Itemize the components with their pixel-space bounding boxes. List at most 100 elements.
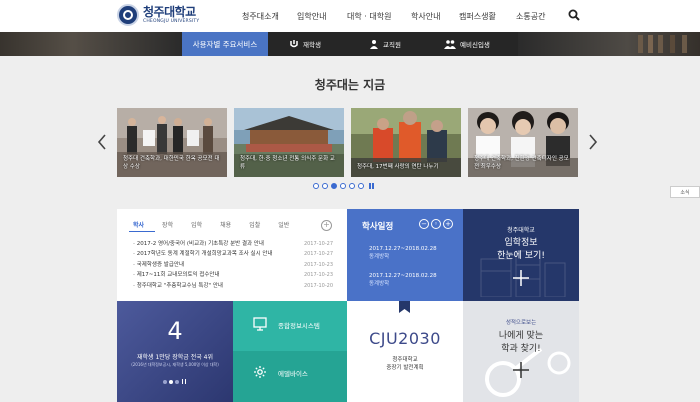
notice-date: 2017-10-23 [303, 261, 333, 268]
pause-icon[interactable] [369, 183, 374, 189]
calendar-title: 학사일정 [362, 222, 394, 232]
ranking-text: 재학생 1만당 장학금 전국 4위 [137, 354, 213, 361]
user-services-button[interactable]: 사용자별 주요서비스 [182, 32, 268, 56]
logo-name: 청주대학교 [143, 4, 196, 19]
slider-dot[interactable] [340, 183, 346, 189]
tab-recruitment[interactable]: 채용 [220, 220, 231, 229]
tab-admission[interactable]: 입학 [191, 220, 202, 229]
slider-dot[interactable] [313, 183, 319, 189]
gear-icon [254, 366, 266, 378]
freshmen-icon [444, 40, 456, 49]
edelweiss-label: 에델바이스 [278, 370, 308, 378]
notice-tabs: 학사 장학 입학 채용 입찰 일반 [133, 220, 307, 229]
next-arrow-icon[interactable] [587, 133, 599, 151]
pause-icon[interactable] [182, 379, 186, 384]
major-card-line1: 나에게 맞는 [498, 331, 544, 341]
ranking-dot[interactable] [175, 379, 179, 384]
news-section-title: 청주대는 지금 [314, 78, 386, 92]
calendar-event-date: 2017.12.27~2018.02.28 [369, 246, 437, 252]
prev-arrow-icon[interactable] [96, 133, 108, 151]
notice-item[interactable]: 2017-2 영어/중국어 (비교과) 기초특강 분반 결과 안내 2017-10… [133, 239, 333, 249]
notice-item[interactable]: 2017학년도 동계 계절학기 개설희망교과목 조사 실시 안내 2017-10-… [133, 249, 333, 259]
notice-date: 2017-10-23 [303, 272, 333, 279]
plan-title: CJU2030 [369, 329, 441, 348]
service-students[interactable]: 재학생 [289, 32, 321, 56]
notice-title: 제17~11회 교내모의토익 접수안내 [133, 270, 220, 280]
info-system-label: 종합정보시스템 [278, 322, 320, 330]
slider-dot[interactable] [349, 183, 355, 189]
admission-info-card[interactable]: 청주대학교 입학정보 한눈에 보기! [463, 209, 579, 301]
page: 청주대학교 CHEONGJU UNIVERSITY 청주대소개 입학안내 대학 … [0, 0, 700, 402]
tab-general[interactable]: 일반 [278, 220, 289, 229]
ranking-source: (2016년 대학정보공시, 재학생 5,000명 이상 대학) [131, 362, 219, 367]
nav-admission[interactable]: 입학안내 [297, 11, 326, 22]
calendar-today-icon[interactable]: ◦ [431, 219, 441, 229]
logo-name-en: CHEONGJU UNIVERSITY [143, 18, 200, 24]
ranking-pagination [163, 379, 186, 384]
notice-title: 청주대학교 "추층학교수님 특강" 안내 [133, 281, 223, 291]
news-slide[interactable]: 청주대 건축학과, 친환경 건축디자인 공모전 최우수상 [468, 108, 578, 177]
monitor-icon [253, 317, 267, 331]
nav-campus-life[interactable]: 캠퍼스생활 [459, 11, 496, 22]
academic-calendar: 학사일정 − ◦ + 2017.12.27~2018.02.28 동계방학 20… [347, 209, 463, 301]
nav-about[interactable]: 청주대소개 [242, 11, 279, 22]
news-slide-caption: 청주대, 17번째 사랑의 연탄 나누기 [357, 164, 439, 170]
calendar-event-date: 2017.12.27~2018.02.28 [369, 273, 437, 279]
notice-item[interactable]: 제17~11회 교내모의토익 접수안내 2017-10-23 [133, 270, 333, 280]
calendar-event[interactable]: 2017.12.27~2018.02.28 동계방학 [369, 245, 437, 261]
plus-icon [513, 270, 529, 286]
calendar-prev-icon[interactable]: − [419, 219, 429, 229]
bookmark-icon [399, 301, 410, 313]
news-slide[interactable]: 청주대, 17번째 사랑의 연탄 나누기 [351, 108, 461, 177]
tab-scholarship[interactable]: 장학 [162, 220, 173, 229]
side-news-tab[interactable]: 소식 [670, 186, 700, 198]
calendar-next-icon[interactable]: + [443, 219, 453, 229]
more-plus-icon[interactable]: + [321, 220, 332, 231]
news-slide-caption: 청주대 건축학과, 친환경 건축디자인 공모전 최우수상 [474, 156, 569, 170]
nav-academic[interactable]: 학사안내 [411, 11, 440, 22]
logo[interactable]: 청주대학교 CHEONGJU UNIVERSITY [117, 4, 199, 26]
ranking-dot[interactable] [163, 379, 167, 384]
calendar-event-name: 동계방학 [369, 254, 390, 260]
admission-card-line2: 한눈에 보기! [497, 251, 545, 261]
notice-title: 국제학생증 발급안내 [133, 260, 184, 270]
notice-panel: 학사 장학 입학 채용 입찰 일반 + 2017-2 영어/중국어 (비교과) … [117, 209, 347, 301]
edelweiss-link[interactable]: 에델바이스 [233, 351, 347, 402]
service-bar [0, 32, 700, 56]
development-plan-card[interactable]: CJU2030 청주대학교 중장기 발전계획 [347, 301, 463, 402]
major-finder-card[interactable]: 성적으로보는 나에게 맞는 학과 찾기! [463, 301, 579, 402]
staff-icon [370, 40, 378, 49]
slider-dot-active[interactable] [331, 183, 337, 189]
ranking-dot-active[interactable] [169, 379, 173, 384]
slider-pagination [313, 183, 374, 189]
service-staff[interactable]: 교직원 [369, 32, 401, 56]
tab-bidding[interactable]: 입찰 [249, 220, 260, 229]
ranking-banner[interactable]: 4 재학생 1만당 장학금 전국 4위 (2016년 대학정보공시, 재학생 5… [117, 301, 233, 402]
slider-dot[interactable] [322, 183, 328, 189]
major-card-title: 나에게 맞는 학과 찾기! [463, 330, 579, 356]
notice-item[interactable]: 청주대학교 "추층학교수님 특강" 안내 2017-10-20 [133, 281, 333, 291]
nav-community[interactable]: 소통공간 [516, 11, 545, 22]
slider-dot[interactable] [358, 183, 364, 189]
university-seal-icon [117, 4, 139, 26]
tab-academic[interactable]: 학사 [133, 220, 144, 229]
student-icon [290, 40, 298, 48]
plus-icon [513, 362, 529, 378]
active-tab-indicator [129, 231, 155, 232]
notice-title: 2017학년도 동계 계절학기 개설희망교과목 조사 실시 안내 [133, 249, 273, 259]
major-card-subtitle: 성적으로보는 [505, 320, 537, 326]
notice-list: 2017-2 영어/중국어 (비교과) 기초특강 분반 결과 안내 2017-10… [133, 239, 333, 291]
admission-card-title: 입학정보 한눈에 보기! [463, 237, 579, 263]
info-system-link[interactable]: 종합정보시스템 [233, 301, 347, 351]
notice-item[interactable]: 국제학생증 발급안내 2017-10-23 [133, 260, 333, 270]
notice-title: 2017-2 영어/중국어 (비교과) 기초특강 분반 결과 안내 [133, 239, 264, 249]
news-slide[interactable]: 청주대 건축학과, 대한민국 한옥 공모전 대상 수상 [117, 108, 227, 177]
service-bar-photo-left [0, 32, 182, 56]
calendar-event[interactable]: 2017.12.27~2018.02.28 동계방학 [369, 272, 437, 288]
plan-subtitle-line1: 청주대학교 [392, 357, 418, 363]
service-freshmen[interactable]: 예비신입생 [444, 32, 490, 56]
news-slide[interactable]: 청주대, 한·중 청소년 전통 의식주 문화 교류 [234, 108, 344, 177]
plan-subtitle: 청주대학교 중장기 발전계획 [347, 356, 463, 372]
search-icon[interactable] [568, 9, 580, 21]
nav-colleges[interactable]: 대학 · 대학원 [347, 11, 391, 22]
